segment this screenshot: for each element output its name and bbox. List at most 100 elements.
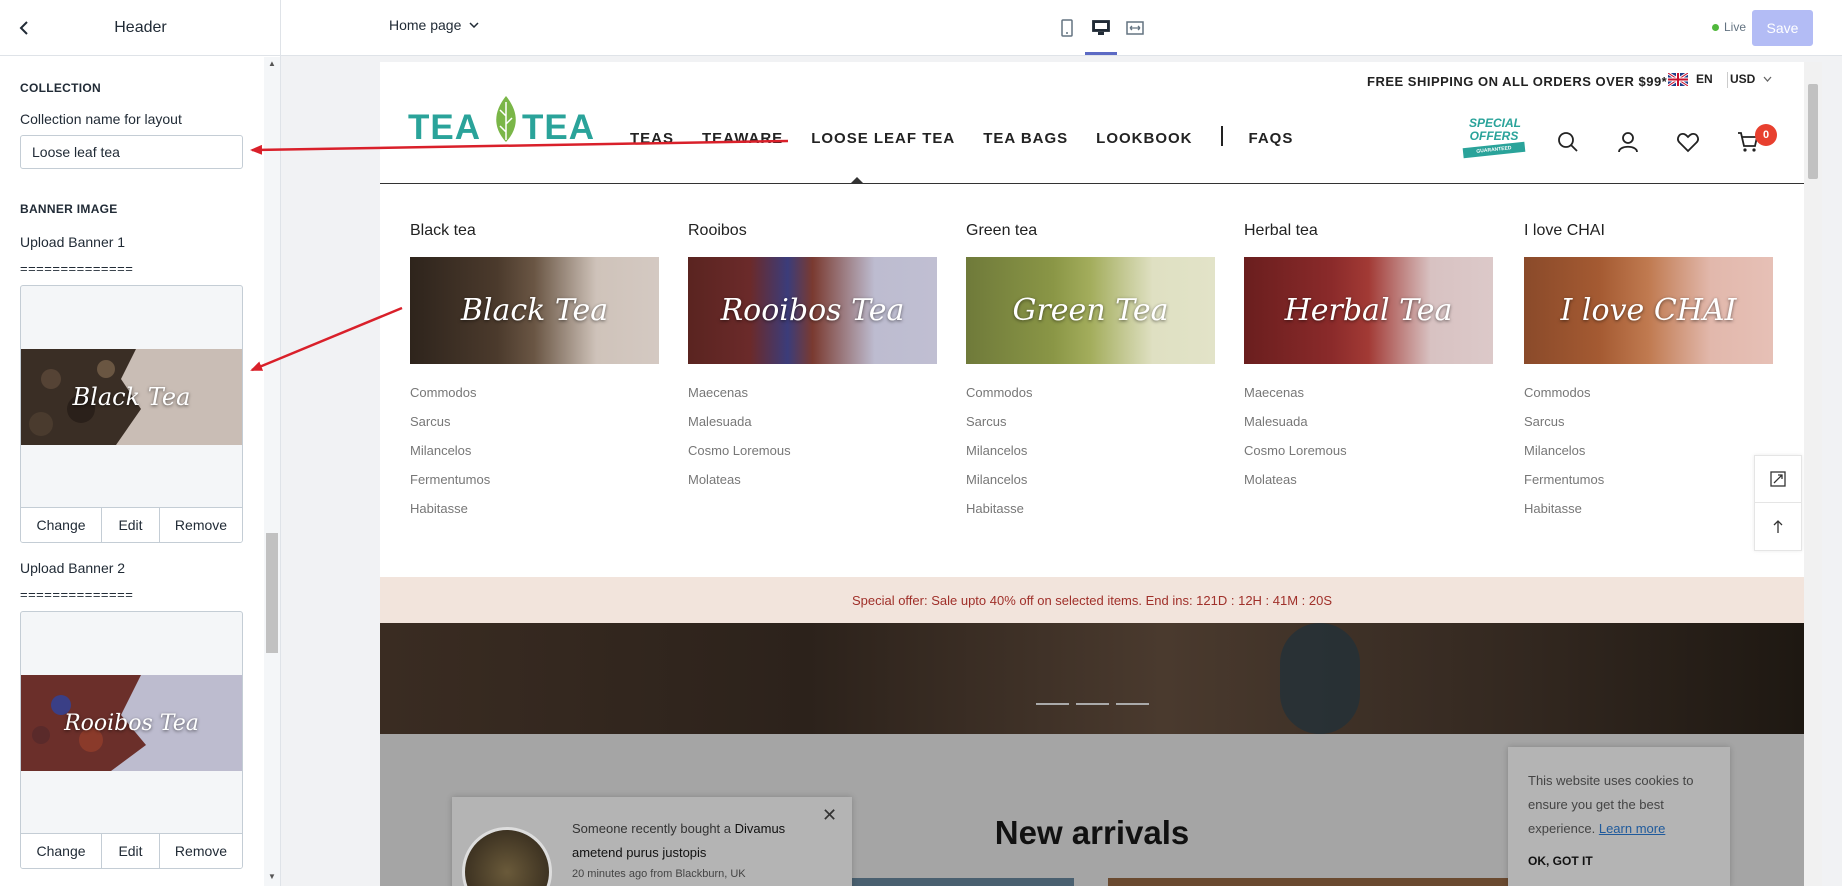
slide-dot[interactable] bbox=[1076, 703, 1109, 705]
collection-section-heading: COLLECTION bbox=[20, 81, 101, 95]
mega-menu-link[interactable]: Malesuada bbox=[1244, 413, 1493, 442]
mega-menu-link[interactable]: Milancelos bbox=[966, 471, 1215, 500]
leaf-logo-icon bbox=[496, 96, 516, 142]
remove-button[interactable]: Remove bbox=[160, 508, 242, 542]
hero-slider[interactable] bbox=[380, 623, 1804, 734]
mega-menu-link[interactable]: Fermentumos bbox=[410, 471, 659, 500]
upload-banner-2-box[interactable]: Rooibos Tea Change Edit Remove bbox=[20, 611, 243, 869]
sales-notification-popup: Someone recently bought a Divamus ameten… bbox=[452, 797, 852, 886]
mega-menu-link[interactable]: Habitasse bbox=[410, 500, 659, 529]
mega-menu-links: Commodos Sarcus Milancelos Fermentumos H… bbox=[1524, 384, 1773, 529]
notification-prefix: Someone recently bought a bbox=[572, 821, 735, 836]
divider bbox=[1727, 72, 1728, 88]
upload-banner-1-box[interactable]: Black Tea Change Edit Remove bbox=[20, 285, 243, 543]
mega-menu-title[interactable]: Herbal tea bbox=[1244, 222, 1493, 252]
mega-menu-link[interactable]: Habitasse bbox=[966, 500, 1215, 529]
mega-menu-link[interactable]: Milancelos bbox=[410, 442, 659, 471]
sidebar-scrollbar[interactable]: ▲ ▼ bbox=[264, 57, 280, 886]
save-button[interactable]: Save bbox=[1752, 10, 1813, 46]
close-icon[interactable]: ✕ bbox=[822, 805, 837, 826]
search-icon[interactable] bbox=[1556, 130, 1580, 154]
editor-topbar: Home page Live Save bbox=[281, 0, 1842, 56]
mega-menu-link[interactable]: Sarcus bbox=[410, 413, 659, 442]
language-selector[interactable]: EN bbox=[1668, 72, 1713, 86]
collection-name-input[interactable] bbox=[20, 135, 243, 169]
mega-menu-link[interactable]: Molateas bbox=[1244, 471, 1493, 500]
nav-item-lookbook[interactable]: LOOKBOOK bbox=[1096, 130, 1192, 147]
wishlist-heart-icon[interactable] bbox=[1676, 130, 1700, 154]
nav-item-faqs[interactable]: FAQS bbox=[1249, 130, 1294, 147]
mega-menu-link[interactable]: Sarcus bbox=[1524, 413, 1773, 442]
resize-icon bbox=[1770, 471, 1786, 487]
slide-dot[interactable] bbox=[1116, 703, 1149, 705]
scrollbar-thumb[interactable] bbox=[1808, 84, 1818, 179]
logo-text-left: TEA bbox=[408, 108, 481, 147]
sidebar-header: Header bbox=[0, 0, 280, 56]
mega-menu-links: Maecenas Malesuada Cosmo Loremous Molate… bbox=[688, 384, 937, 500]
chai-tea-banner[interactable]: I love CHAI bbox=[1524, 257, 1773, 364]
remove-button[interactable]: Remove bbox=[160, 834, 242, 868]
green-tea-banner[interactable]: Green Tea bbox=[966, 257, 1215, 364]
change-button[interactable]: Change bbox=[21, 508, 102, 542]
edit-button[interactable]: Edit bbox=[102, 834, 160, 868]
mobile-view-button[interactable] bbox=[1053, 14, 1081, 42]
mega-menu-link[interactable]: Commodos bbox=[1524, 384, 1773, 413]
nav-item-tea-bags[interactable]: TEA BAGS bbox=[983, 130, 1068, 147]
herbal-tea-banner[interactable]: Herbal Tea bbox=[1244, 257, 1493, 364]
compare-button[interactable] bbox=[1755, 456, 1801, 503]
product-image[interactable] bbox=[1108, 878, 1508, 886]
menu-divider-line bbox=[380, 183, 1804, 184]
scroll-up-arrow-icon[interactable]: ▲ bbox=[267, 59, 277, 68]
nav-item-teas[interactable]: TEAS bbox=[630, 130, 674, 147]
mega-menu-title[interactable]: I love CHAI bbox=[1524, 222, 1773, 252]
nav-item-teaware[interactable]: TEAWARE bbox=[702, 130, 783, 147]
mega-menu-link[interactable]: Cosmo Loremous bbox=[1244, 442, 1493, 471]
mega-menu-link[interactable]: Cosmo Loremous bbox=[688, 442, 937, 471]
currency-selector[interactable]: USD bbox=[1730, 72, 1772, 86]
mega-menu-title[interactable]: Rooibos bbox=[688, 222, 937, 252]
mega-menu-link[interactable]: Sarcus bbox=[966, 413, 1215, 442]
nav-item-loose-leaf-tea[interactable]: LOOSE LEAF TEA bbox=[811, 130, 955, 147]
edit-button[interactable]: Edit bbox=[102, 508, 160, 542]
mega-menu-link[interactable]: Molateas bbox=[688, 471, 937, 500]
change-button[interactable]: Change bbox=[21, 834, 102, 868]
banner-2-image-text: Rooibos Tea bbox=[64, 710, 199, 736]
mega-menu-link[interactable]: Milancelos bbox=[966, 442, 1215, 471]
main-navigation: TEAS TEAWARE LOOSE LEAF TEA TEA BAGS LOO… bbox=[630, 125, 1321, 147]
hero-cup-shape bbox=[1280, 623, 1360, 734]
mega-menu-column-chai: I love CHAI I love CHAI Commodos Sarcus … bbox=[1524, 222, 1773, 529]
mega-menu-title[interactable]: Green tea bbox=[966, 222, 1215, 252]
page-selector[interactable]: Home page bbox=[389, 17, 479, 33]
black-tea-banner[interactable]: Black Tea bbox=[410, 257, 659, 364]
product-thumbnail[interactable] bbox=[462, 827, 552, 886]
mega-menu-link[interactable]: Commodos bbox=[410, 384, 659, 413]
back-button[interactable] bbox=[10, 14, 38, 42]
uk-flag-icon bbox=[1668, 72, 1688, 86]
mega-menu-links: Commodos Sarcus Milancelos Milancelos Ha… bbox=[966, 384, 1215, 529]
mega-menu-link[interactable]: Commodos bbox=[966, 384, 1215, 413]
mega-menu-link[interactable]: Milancelos bbox=[1524, 442, 1773, 471]
special-offers-badge[interactable]: SPECIAL OFFERS GUARANTEED bbox=[1462, 117, 1526, 167]
account-icon[interactable] bbox=[1616, 130, 1640, 154]
learn-more-link[interactable]: Learn more bbox=[1599, 821, 1665, 836]
fullscreen-view-button[interactable] bbox=[1121, 14, 1149, 42]
scroll-down-arrow-icon[interactable]: ▼ bbox=[267, 872, 277, 881]
back-to-top-button[interactable] bbox=[1755, 503, 1801, 550]
mega-menu-title[interactable]: Black tea bbox=[410, 222, 659, 252]
rooibos-tea-banner[interactable]: Rooibos Tea bbox=[688, 257, 937, 364]
scrollbar-thumb[interactable] bbox=[266, 533, 278, 653]
product-image[interactable] bbox=[852, 878, 1074, 886]
mega-menu-link[interactable]: Maecenas bbox=[688, 384, 937, 413]
notification-text: Someone recently bought a Divamus ameten… bbox=[572, 817, 822, 865]
desktop-view-button[interactable] bbox=[1087, 14, 1115, 42]
mega-menu-link[interactable]: Malesuada bbox=[688, 413, 937, 442]
mega-menu-links: Maecenas Malesuada Cosmo Loremous Molate… bbox=[1244, 384, 1493, 500]
mega-menu-link[interactable]: Fermentumos bbox=[1524, 471, 1773, 500]
mega-menu-link[interactable]: Habitasse bbox=[1524, 500, 1773, 529]
live-status-label: Live bbox=[1724, 20, 1747, 34]
cookie-accept-button[interactable]: OK, GOT IT bbox=[1528, 854, 1593, 868]
slide-dot[interactable] bbox=[1036, 703, 1069, 705]
store-logo[interactable]: TEA TEA bbox=[408, 94, 598, 149]
preview-scrollbar[interactable] bbox=[1804, 62, 1822, 886]
mega-menu-link[interactable]: Maecenas bbox=[1244, 384, 1493, 413]
